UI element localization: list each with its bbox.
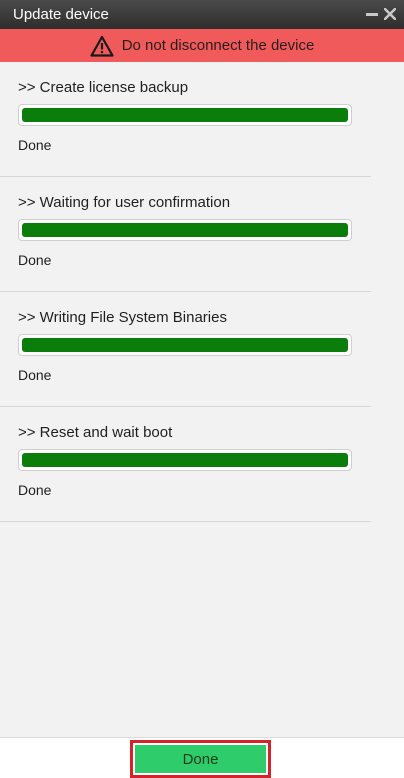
progress-fill [22, 108, 348, 122]
done-button-highlight: Done [130, 740, 271, 778]
progress-bar [18, 219, 352, 241]
progress-bar [18, 449, 352, 471]
warning-text: Do not disconnect the device [121, 37, 315, 54]
window-title: Update device [13, 6, 109, 23]
step-status: Done [18, 482, 52, 498]
warning-triangle-icon [90, 35, 114, 57]
step-item: >> Reset and wait boot Done [0, 407, 371, 522]
step-title: >> Create license backup [18, 79, 189, 96]
progress-bar [18, 334, 352, 356]
warning-banner: Do not disconnect the device [0, 29, 404, 62]
done-button[interactable]: Done [135, 745, 266, 773]
step-item: >> Writing File System Binaries Done [0, 292, 371, 407]
step-title: >> Writing File System Binaries [18, 309, 227, 326]
footer-bar: Done [0, 737, 404, 778]
progress-bar [18, 104, 352, 126]
steps-list: >> Create license backup Done >> Waiting… [0, 62, 371, 522]
progress-fill [22, 223, 348, 237]
title-bar[interactable]: Update device [0, 0, 404, 29]
progress-fill [22, 338, 348, 352]
update-device-window: Update device Do not disconnect the devi… [0, 0, 404, 778]
step-status: Done [18, 137, 52, 153]
step-item: >> Waiting for user confirmation Done [0, 177, 371, 292]
progress-fill [22, 453, 348, 467]
step-item: >> Create license backup Done [0, 62, 371, 177]
minimize-icon[interactable] [365, 5, 379, 23]
window-controls [365, 5, 397, 23]
step-status: Done [18, 252, 52, 268]
step-title: >> Waiting for user confirmation [18, 194, 231, 211]
step-title: >> Reset and wait boot [18, 424, 173, 441]
close-icon[interactable] [383, 5, 397, 23]
step-status: Done [18, 367, 52, 383]
